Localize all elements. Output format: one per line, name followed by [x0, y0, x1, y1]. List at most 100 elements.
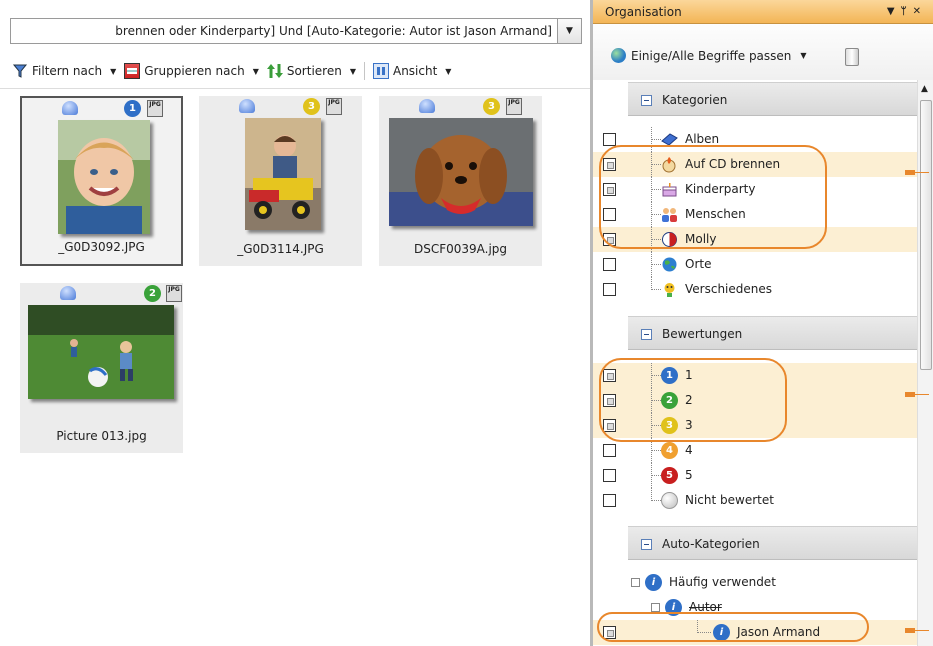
checkbox[interactable] — [603, 444, 616, 457]
callout-marker — [905, 628, 915, 633]
chevron-down-icon: ▼ — [445, 66, 452, 76]
rating-number: 5 — [666, 470, 673, 481]
view-button[interactable]: Ansicht ▼ — [372, 63, 452, 79]
tree-row-haeufig-verwendet[interactable]: i Häufig verwendet — [593, 570, 933, 595]
sort-label: Sortieren — [286, 64, 342, 78]
section-title: Auto-Kategorien — [662, 537, 760, 551]
collapse-icon[interactable] — [641, 539, 652, 550]
section-title: Bewertungen — [662, 327, 743, 341]
rating-badge-icon: 3 — [483, 98, 500, 115]
rating-4-icon: 4 — [661, 442, 678, 459]
sort-icon — [266, 64, 283, 78]
expand-toggle-icon[interactable] — [631, 578, 640, 587]
tree-connector — [651, 264, 661, 265]
tree-connector — [651, 450, 661, 451]
query-text[interactable]: brennen oder Kinderparty] Und [Auto-Kate… — [11, 19, 558, 43]
match-terms-button[interactable]: Einige/Alle Begriffe passen ▼ — [611, 48, 807, 63]
jpg-file-icon: JPG — [166, 285, 182, 302]
highlight-callout-author — [597, 612, 869, 642]
toolbar-separator — [363, 62, 365, 80]
callout-marker-line — [915, 394, 929, 395]
panel-title: Organisation — [605, 5, 682, 19]
rating-badge-icon: 1 — [124, 100, 141, 117]
section-header-auto-kategorien[interactable]: Auto-Kategorien — [628, 526, 918, 560]
view-label: Ansicht — [392, 64, 438, 78]
photo-image — [28, 305, 174, 399]
checkbox[interactable] — [603, 133, 616, 146]
photo-filename: _G0D3114.JPG — [237, 242, 324, 256]
organisation-panel: Organisation ▼ᛘ✕ Einige/Alle Begriffe pa… — [593, 0, 933, 646]
expand-toggle-icon[interactable] — [651, 603, 660, 612]
panel-controls: ▼ᛘ✕ — [887, 0, 927, 24]
checkbox[interactable] — [603, 258, 616, 271]
jpg-badge-label: JPG — [168, 286, 180, 293]
tree-row-verschiedenes[interactable]: Verschiedenes — [593, 277, 933, 302]
tree-row-not-rated[interactable]: Nicht bewertet — [593, 488, 933, 513]
photo-image — [245, 118, 321, 230]
tag-pin-icon — [62, 101, 78, 115]
tree-row-rating-5[interactable]: 5 5 — [593, 463, 933, 488]
panel-menu-icon[interactable]: ▼ — [887, 6, 901, 17]
checkbox[interactable] — [603, 494, 616, 507]
globe-icon — [611, 48, 626, 63]
globe-icon — [662, 257, 677, 272]
chevron-down-icon: ▼ — [566, 26, 573, 36]
section-title: Kategorien — [662, 93, 728, 107]
photo-image — [389, 118, 533, 226]
close-icon[interactable]: ✕ — [913, 6, 927, 17]
query-bar[interactable]: brennen oder Kinderparty] Und [Auto-Kate… — [10, 18, 582, 44]
group-button[interactable]: Gruppieren nach ▼ — [124, 63, 259, 79]
callout-marker-line — [915, 630, 929, 631]
info-icon: i — [645, 574, 662, 591]
rating-number: 2 — [149, 288, 156, 299]
tree-connector — [651, 289, 661, 290]
collapse-icon[interactable] — [641, 329, 652, 340]
tree-row-orte[interactable]: Orte — [593, 252, 933, 277]
scroll-up-icon[interactable]: ▲ — [921, 84, 928, 94]
filter-button[interactable]: Filtern nach ▼ — [12, 63, 116, 79]
photo-thumbnail[interactable]: 1 JPG _G0D3092.JPG — [20, 96, 183, 266]
jpg-badge-label: JPG — [149, 101, 161, 108]
sort-button[interactable]: Sortieren ▼ — [266, 63, 356, 79]
not-rated-icon — [661, 492, 678, 509]
photo-thumbnail[interactable]: 3 JPG _G0D3114.JPG — [199, 96, 362, 266]
chevron-down-icon: ▼ — [110, 66, 117, 76]
view-icon — [372, 63, 389, 79]
library-pane: brennen oder Kinderparty] Und [Auto-Kate… — [0, 0, 590, 646]
rating-badge-icon: 2 — [144, 285, 161, 302]
collapse-icon[interactable] — [641, 95, 652, 106]
group-icon — [124, 63, 141, 79]
jpg-file-icon: JPG — [326, 98, 342, 115]
photo-thumbnail[interactable]: 2 JPG Picture 013.jpg — [20, 283, 183, 453]
rating-number: 1 — [129, 103, 136, 114]
jpg-badge-label: JPG — [328, 99, 340, 106]
tag-pin-icon — [60, 286, 76, 300]
photo-thumbnail[interactable]: 3 JPG DSCF0039A.jpg — [379, 96, 542, 266]
rating-number: 4 — [666, 445, 673, 456]
filter-label: Filtern nach — [32, 64, 103, 78]
tree-connector — [651, 475, 661, 476]
section-header-bewertungen[interactable]: Bewertungen — [628, 316, 918, 350]
tree-row-label: Häufig verwendet — [669, 575, 776, 589]
toolbar-divider — [0, 88, 590, 89]
section-header-kategorien[interactable]: Kategorien — [628, 82, 918, 116]
trash-icon[interactable] — [845, 48, 859, 66]
view-toolbar: Filtern nach ▼ Gruppieren nach ▼ Sortier… — [12, 58, 459, 84]
checkbox[interactable] — [603, 469, 616, 482]
scroll-thumb[interactable] — [920, 100, 932, 370]
tree-row-label: Orte — [685, 257, 712, 271]
tag-pin-icon — [419, 99, 435, 113]
chevron-down-icon: ▼ — [252, 66, 259, 76]
pin-icon[interactable]: ᛘ — [901, 6, 913, 17]
tree-row-label: Nicht bewertet — [685, 493, 774, 507]
rating-5-icon: 5 — [661, 467, 678, 484]
misc-icon — [664, 283, 675, 297]
query-dropdown-button[interactable]: ▼ — [557, 19, 581, 43]
checkbox[interactable] — [603, 283, 616, 296]
tree-connector — [651, 500, 661, 501]
rating-number: 3 — [488, 101, 495, 112]
tree-scrollbar[interactable]: ▲ — [917, 80, 933, 646]
jpg-file-icon: JPG — [147, 100, 163, 117]
filter-icon — [12, 64, 28, 78]
jpg-badge-label: JPG — [508, 99, 520, 106]
